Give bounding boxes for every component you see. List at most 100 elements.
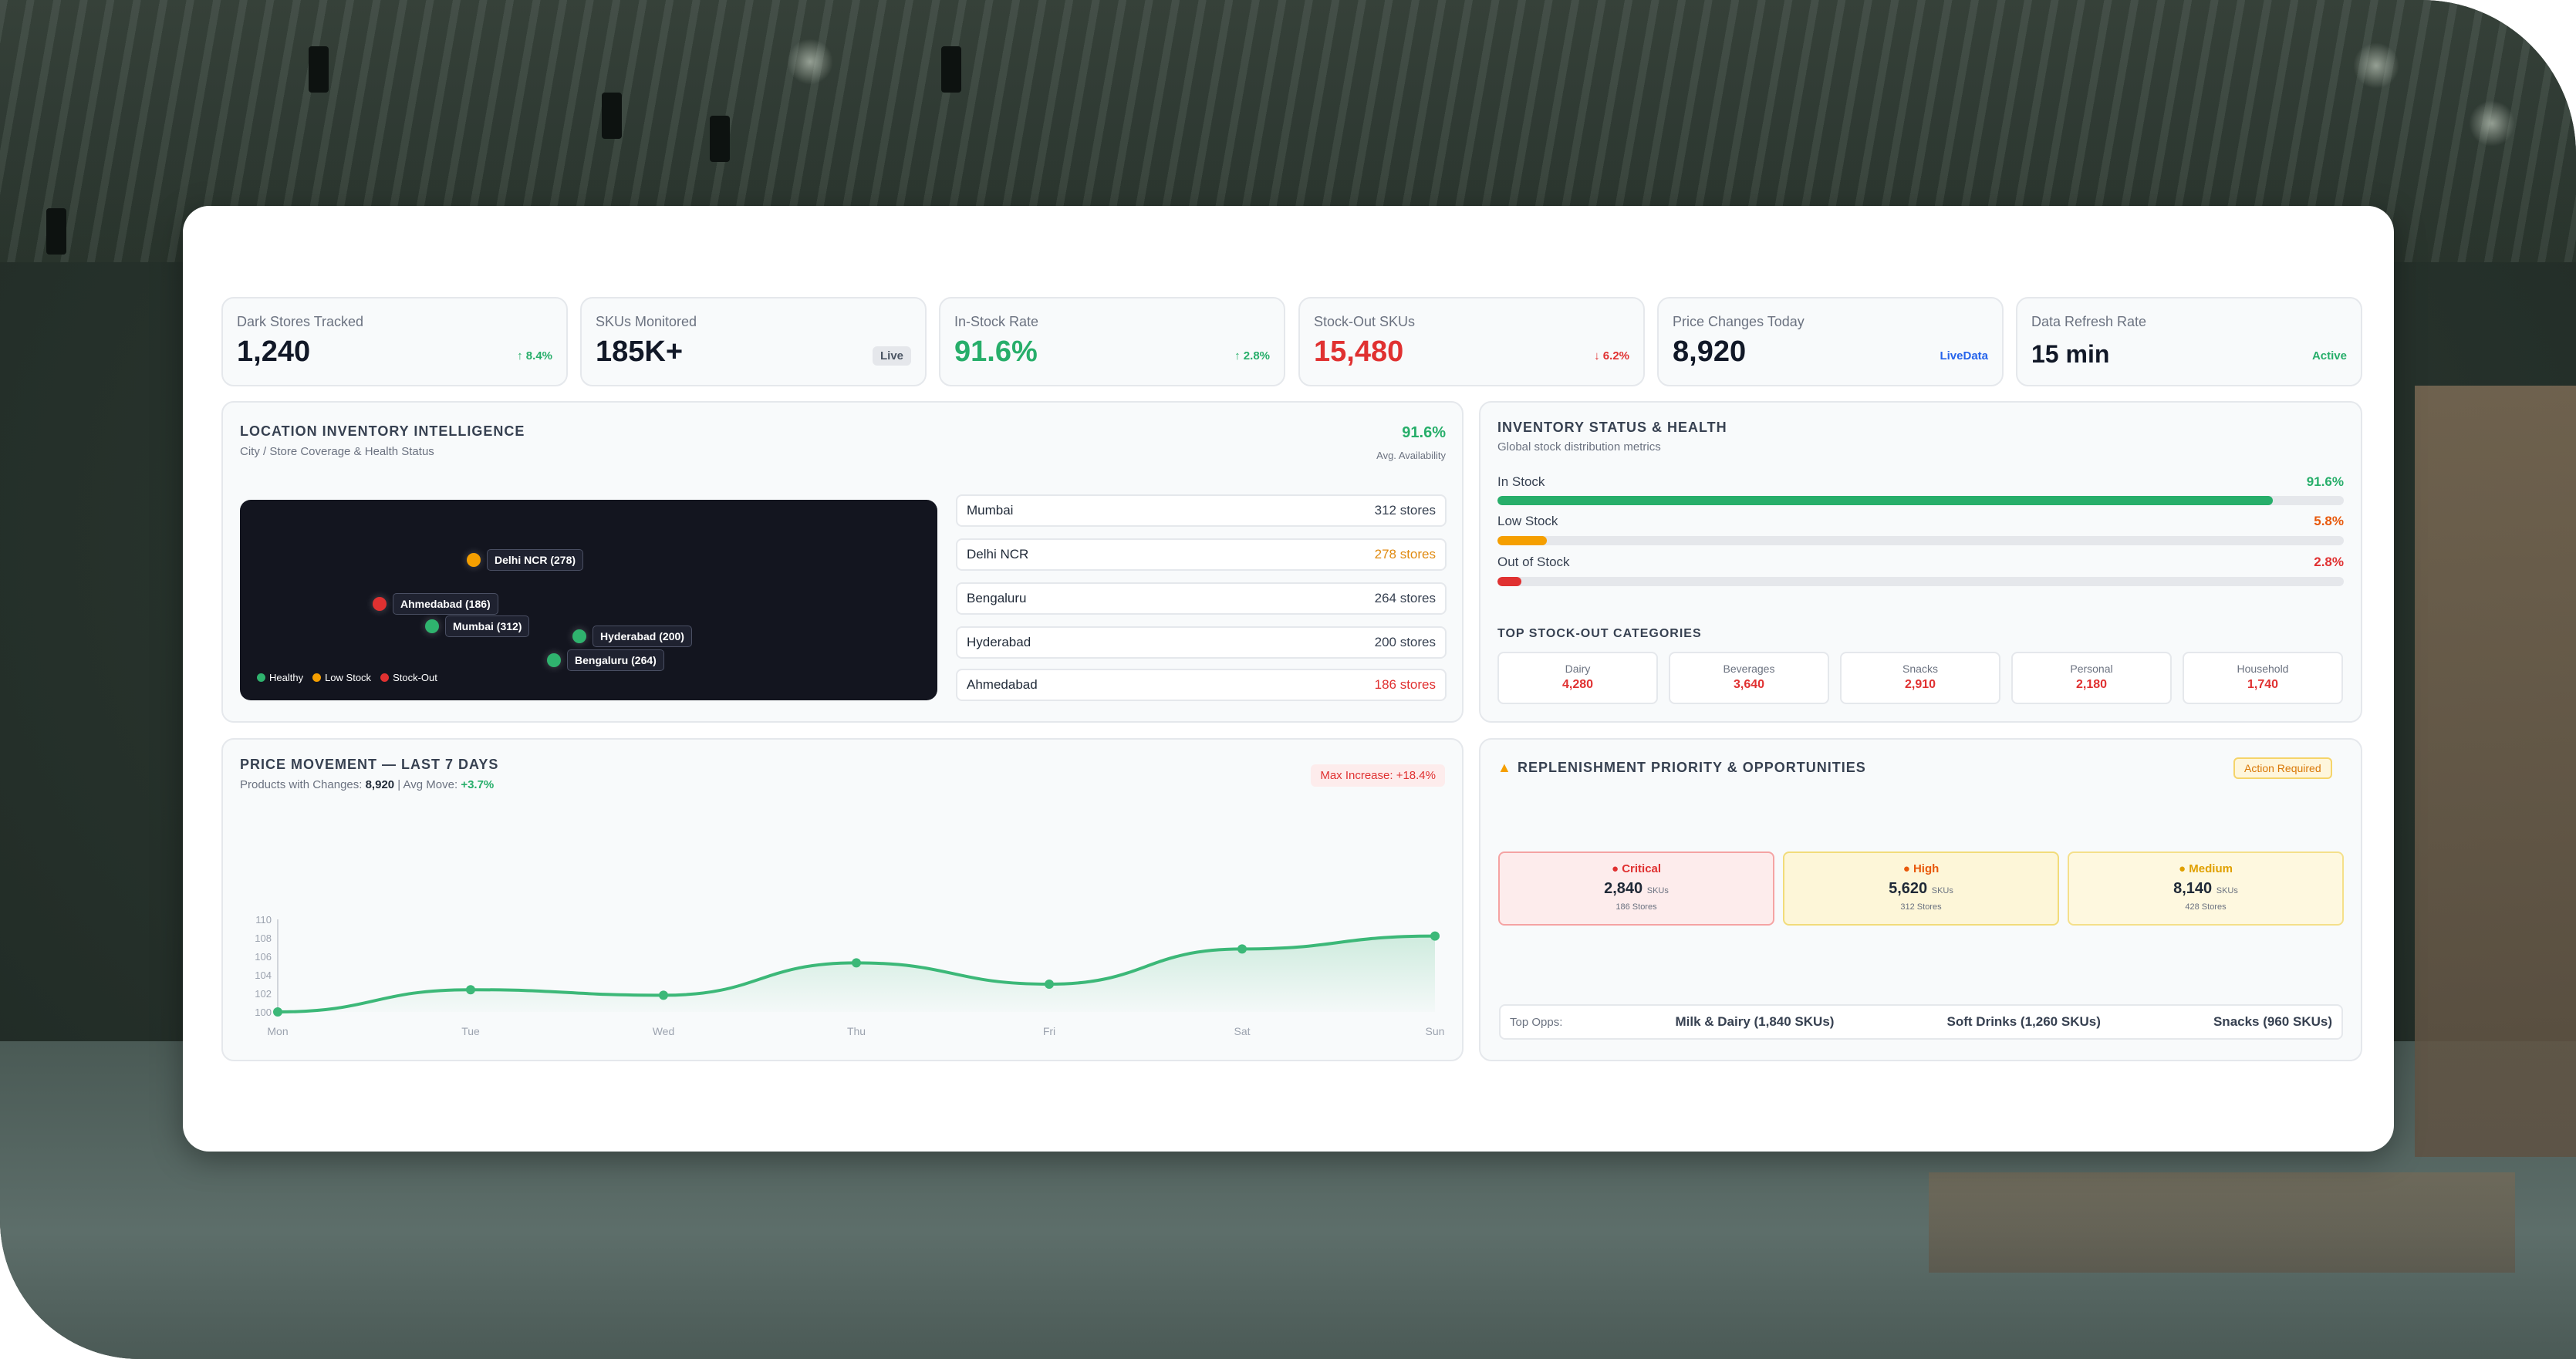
top-opportunities-bar: Top Opps: Milk & Dairy (1,840 SKUs) Soft… <box>1499 1004 2343 1040</box>
map-pin-mumbai[interactable]: Mumbai (312) <box>425 615 530 637</box>
city-stores: 312 stores <box>1374 503 1436 518</box>
kpi-value: 185K+ <box>596 336 684 368</box>
priority-count: 5,620 SKUs <box>1889 880 1953 897</box>
kpi-value: 1,240 <box>237 336 311 368</box>
priority-stores: 312 Stores <box>1900 902 1942 912</box>
location-subtitle: City / Store Coverage & Health Status <box>240 445 434 458</box>
categories-title: TOP STOCK-OUT CATEGORIES <box>1497 627 1702 640</box>
city-row-mumbai[interactable]: Mumbai 312 stores <box>956 494 1447 527</box>
y-tick-label: 100 <box>255 1007 272 1018</box>
price-point <box>1430 931 1440 941</box>
map-pin-ahmedabad[interactable]: Ahmedabad (186) <box>373 593 498 615</box>
opp-item[interactable]: Milk & Dairy (1,840 SKUs) <box>1675 1014 1834 1030</box>
high-icon: ● <box>1902 862 1910 875</box>
category-value: 3,640 <box>1733 678 1765 691</box>
priority-high[interactable]: ● High 5,620 SKUs 312 Stores <box>1783 851 2059 926</box>
y-tick-label: 110 <box>255 914 272 926</box>
category-household[interactable]: Household 1,740 <box>2183 652 2343 704</box>
category-snacks[interactable]: Snacks 2,910 <box>1840 652 2000 704</box>
opp-item[interactable]: Snacks (960 SKUs) <box>2213 1014 2332 1030</box>
priority-name: ● High <box>1902 862 1940 875</box>
kpi-value: 15,480 <box>1314 336 1404 368</box>
category-personal[interactable]: Personal 2,180 <box>2011 652 2172 704</box>
opp-item[interactable]: Soft Drinks (1,260 SKUs) <box>1947 1014 2101 1030</box>
active-badge: Active <box>2311 349 2347 363</box>
priority-count: 2,840 SKUs <box>1604 880 1669 897</box>
critical-icon: ● <box>1611 862 1619 875</box>
kpi-trend: ↑ 2.8% <box>1234 349 1270 363</box>
store-counter <box>1929 1172 2515 1273</box>
y-tick-label: 108 <box>255 932 272 944</box>
category-value: 4,280 <box>1561 678 1594 691</box>
category-name: Dairy <box>1565 663 1591 675</box>
city-stores: 186 stores <box>1374 677 1436 692</box>
category-name: Beverages <box>1723 663 1775 675</box>
category-name: Household <box>2237 663 2289 675</box>
category-dairy[interactable]: Dairy 4,280 <box>1497 652 1658 704</box>
category-name: Snacks <box>1902 663 1938 675</box>
category-beverages[interactable]: Beverages 3,640 <box>1669 652 1829 704</box>
city-row-delhi[interactable]: Delhi NCR 278 stores <box>956 538 1447 571</box>
kpi-card-instock-rate: In-Stock Rate 91.6% ↑ 2.8% <box>939 297 1285 386</box>
price-sub-mid: | Avg Move: <box>394 778 461 791</box>
category-value: 2,910 <box>1904 678 1936 691</box>
city-stores: 200 stores <box>1374 635 1436 649</box>
priority-medium[interactable]: ● Medium 8,140 SKUs 428 Stores <box>2068 851 2344 926</box>
bar-fill <box>1497 496 2273 505</box>
medium-icon: ● <box>2179 862 2186 875</box>
x-tick-label: Sat <box>1234 1025 1250 1037</box>
priority-stores: 186 Stores <box>1615 902 1657 912</box>
ceiling-light-icon <box>710 116 730 162</box>
ceiling-light-icon <box>46 208 66 255</box>
price-point <box>1237 944 1247 954</box>
kpi-card-dark-stores: Dark Stores Tracked 1,240 ↑ 8.4% <box>221 297 568 386</box>
price-sub-prefix: Products with Changes: <box>240 778 366 791</box>
healthy-dot <box>572 629 586 643</box>
y-tick-label: 104 <box>255 970 272 981</box>
city-row-ahmedabad[interactable]: Ahmedabad 186 stores <box>956 669 1447 701</box>
city-name: Ahmedabad <box>967 677 1038 692</box>
priority-name: ● Critical <box>1611 862 1662 875</box>
priority-name: ● Medium <box>2179 862 2233 875</box>
city-row-bengaluru[interactable]: Bengaluru 264 stores <box>956 582 1447 615</box>
kpi-value: 91.6% <box>954 336 1038 368</box>
store-shelf <box>2415 386 2576 1157</box>
map-legend: Healthy Low Stock Stock-Out <box>257 672 437 683</box>
map-pin-hyderabad[interactable]: Hyderabad (200) <box>572 626 692 647</box>
kpi-label: SKUs Monitored <box>596 314 697 329</box>
healthy-dot <box>425 619 439 633</box>
city-row-hyderabad[interactable]: Hyderabad 200 stores <box>956 626 1447 659</box>
action-required-badge[interactable]: Action Required <box>2233 757 2332 779</box>
price-subtitle: Products with Changes: 8,920 | Avg Move:… <box>240 778 494 791</box>
kpi-value: 8,920 <box>1673 336 1747 368</box>
price-point <box>273 1007 282 1017</box>
price-point <box>1045 980 1054 989</box>
avg-availability-label: Avg. Availability <box>1376 450 1446 461</box>
legend-low-stock: Low Stock <box>312 672 371 683</box>
priority-critical[interactable]: ● Critical 2,840 SKUs 186 Stores <box>1498 851 1774 926</box>
kpi-label: Price Changes Today <box>1673 314 1805 329</box>
kpi-card-skus: SKUs Monitored 185K+ Live <box>580 297 927 386</box>
legend-healthy: Healthy <box>257 672 303 683</box>
inventory-title: INVENTORY STATUS & HEALTH <box>1497 420 1727 435</box>
x-tick-label: Wed <box>653 1025 675 1037</box>
map-pin-delhi[interactable]: Delhi NCR (278) <box>467 549 584 571</box>
pin-label: Ahmedabad (186) <box>393 593 498 615</box>
priority-stores: 428 Stores <box>2185 902 2227 912</box>
pin-label: Delhi NCR (278) <box>487 549 584 571</box>
glow <box>2353 42 2399 89</box>
kpi-trend: ↑ 8.4% <box>517 349 552 363</box>
map-pin-bengaluru[interactable]: Bengaluru (264) <box>547 649 664 671</box>
price-point <box>466 985 475 995</box>
ceiling-light-icon <box>309 46 329 93</box>
store-map[interactable]: Delhi NCR (278) Ahmedabad (186) Mumbai (… <box>240 500 937 700</box>
category-value: 2,180 <box>2075 678 2108 691</box>
bar-label: Low Stock <box>1497 514 1558 528</box>
city-name: Hyderabad <box>967 635 1031 649</box>
bar-pct: 91.6% <box>2306 474 2344 489</box>
bar-pct: 5.8% <box>2314 514 2344 528</box>
price-line-chart: 100 102 104 106 108 110 Mon Tue Wed Thu Fri Sat Sun <box>255 914 1444 1037</box>
legend-stock-out: Stock-Out <box>380 672 437 683</box>
y-tick-label: 102 <box>255 988 272 1000</box>
opps-label: Top Opps: <box>1510 1015 1563 1029</box>
